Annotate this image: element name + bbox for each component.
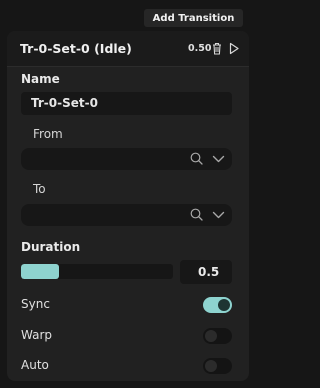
chevron-down-icon[interactable] — [212, 154, 225, 164]
to-select[interactable] — [21, 204, 232, 226]
toggle-knob — [205, 330, 217, 342]
search-icon[interactable] — [190, 208, 203, 221]
from-label: From — [33, 127, 63, 141]
sync-toggle[interactable] — [203, 297, 232, 313]
to-label: To — [33, 182, 46, 196]
duration-slider-fill — [21, 264, 59, 279]
transition-title: Tr-0-Set-0 (Idle) — [20, 41, 132, 56]
play-icon[interactable] — [228, 42, 240, 55]
chevron-down-icon[interactable] — [212, 210, 225, 220]
warp-label: Warp — [21, 328, 53, 342]
duration-label: Duration — [21, 240, 81, 254]
duration-input[interactable]: 0.5 — [180, 260, 232, 284]
transition-header: Tr-0-Set-0 (Idle) 0.50 — [7, 31, 249, 67]
trash-icon[interactable] — [211, 42, 223, 55]
from-select[interactable] — [21, 148, 232, 170]
transition-panel: Tr-0-Set-0 (Idle) 0.50 Name Tr-0-Set-0 F… — [7, 31, 249, 381]
toggle-knob — [205, 360, 217, 372]
search-icon[interactable] — [190, 152, 203, 165]
warp-toggle[interactable] — [203, 328, 232, 344]
transition-duration-readout: 0.50 — [188, 43, 212, 54]
auto-toggle[interactable] — [203, 358, 232, 374]
toggle-knob — [218, 299, 230, 311]
auto-label: Auto — [21, 358, 49, 372]
sync-label: Sync — [21, 297, 50, 311]
add-transition-button[interactable]: Add Transition — [144, 9, 243, 27]
duration-slider[interactable] — [21, 264, 173, 279]
name-input[interactable]: Tr-0-Set-0 — [21, 92, 232, 115]
name-label: Name — [21, 72, 60, 86]
